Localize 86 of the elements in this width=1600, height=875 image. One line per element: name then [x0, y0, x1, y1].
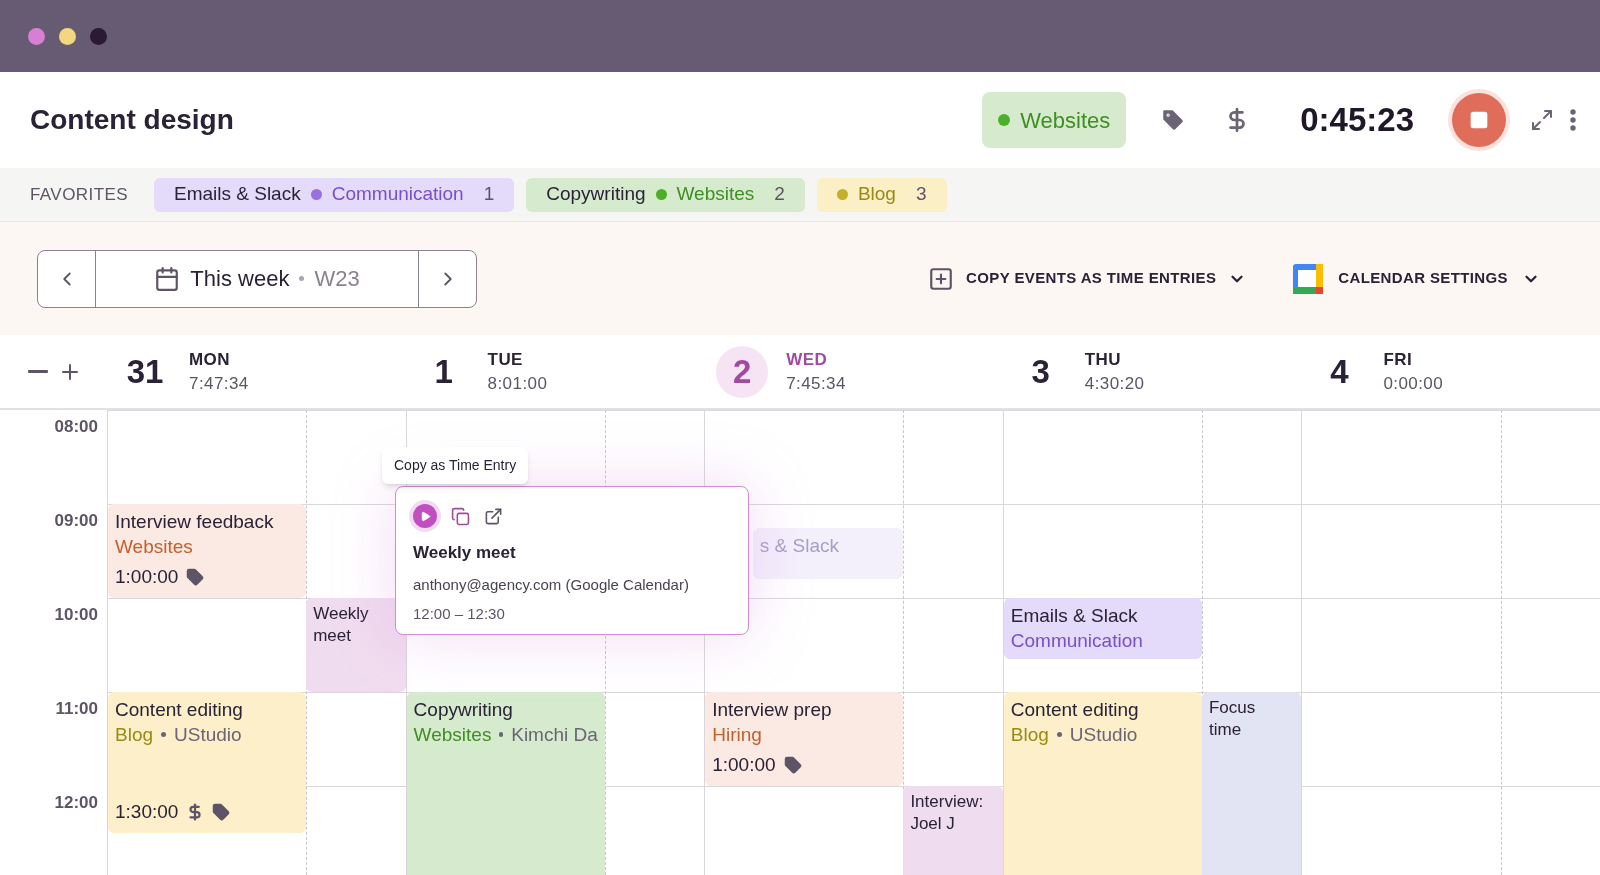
calendar-event[interactable]: Focus time	[1202, 692, 1302, 875]
calendar-event[interactable]: Content editing Blog UStudio	[1003, 692, 1202, 875]
minimize-window-icon[interactable]	[59, 27, 76, 45]
hour-label: 08:00	[54, 416, 98, 436]
event-title: Interview: Joel J	[910, 791, 985, 835]
popup-time: 12:00 – 12:30	[413, 604, 506, 624]
event-project: Blog	[1010, 723, 1049, 747]
calendar-settings-button[interactable]: CALENDAR SETTINGS	[1292, 262, 1540, 295]
day-total: 0:00:00	[1383, 372, 1444, 395]
week-picker[interactable]: This week W23	[96, 250, 418, 307]
favorites-label: FAVORITES	[30, 183, 128, 206]
calendar-icon	[154, 265, 181, 292]
calendar-event[interactable]: Weekly meet	[306, 598, 406, 692]
event-client: Kimchi Da	[511, 723, 598, 747]
day-number: 3	[1030, 351, 1051, 392]
day-number: 2	[716, 345, 769, 398]
copy-plus-icon	[928, 265, 955, 292]
event-title: Emails & Slack	[1010, 604, 1139, 628]
day-header[interactable]: 31 MON 7:47:34	[107, 335, 406, 408]
day-total: 4:30:20	[1084, 372, 1145, 395]
hour-label: 12:00	[54, 792, 98, 812]
calendar-event[interactable]: Content editing Blog UStudio 1:30:00	[108, 692, 307, 833]
event-title: Content editing	[115, 698, 244, 722]
expand-icon	[1530, 108, 1554, 132]
calendar-logo-icon	[1292, 262, 1325, 295]
day-header[interactable]: 3 THU 4:30:20	[1002, 335, 1302, 408]
day-name: FRI	[1383, 348, 1414, 371]
event-duration: 1:00:00	[712, 752, 776, 777]
copy-icon	[451, 506, 470, 526]
day-total: 7:47:34	[189, 372, 249, 395]
calendar-event[interactable]: Emails & Slack Communication	[1003, 598, 1202, 660]
minus-icon	[28, 370, 48, 373]
day-total: 7:45:34	[786, 372, 846, 395]
open-external-button[interactable]	[484, 506, 503, 526]
calendar-event[interactable]: Interview feedback Websites 1:00:00	[108, 504, 307, 598]
timer-display: 0:45:23	[1300, 100, 1414, 141]
event-project: Hiring	[712, 723, 762, 747]
event-duration: 1:30:00	[115, 799, 179, 824]
day-total: 8:01:00	[487, 372, 548, 395]
copy-button[interactable]	[451, 506, 470, 526]
day-header[interactable]: 1 TUE 8:01:00	[405, 335, 705, 408]
tooltip: Copy as Time Entry	[382, 447, 529, 484]
favorite-chip[interactable]: Blog 3	[816, 177, 947, 212]
day-header[interactable]: 2 WED 7:45:34	[704, 335, 1003, 408]
favorite-chip[interactable]: Copywriting Websites 2	[526, 177, 805, 212]
event-client: UStudio	[174, 723, 242, 747]
day-name: WED	[786, 348, 829, 371]
day-header[interactable]: 4 FRI 0:00:00	[1301, 335, 1600, 408]
stop-button[interactable]	[1452, 93, 1506, 147]
window-title: Content design	[30, 103, 234, 137]
close-window-icon[interactable]	[28, 27, 45, 45]
play-button[interactable]	[413, 504, 437, 528]
event-title: Content editing	[1010, 698, 1140, 722]
event-title: s & Slack	[759, 533, 840, 558]
event-project: Blog	[115, 723, 154, 747]
calendar-event[interactable]: Interview prep Hiring 1:00:00	[705, 692, 904, 786]
copy-events-button[interactable]: COPY EVENTS AS TIME ENTRIES	[928, 265, 1247, 292]
event-project: Websites	[413, 723, 492, 747]
day-name: MON	[189, 348, 231, 371]
day-number: 4	[1329, 351, 1350, 392]
event-duration: 1:00:00	[115, 564, 179, 589]
day-name: TUE	[487, 348, 524, 371]
play-icon	[419, 510, 431, 522]
popup-calendar: anthony@agency.com (Google Calendar)	[413, 574, 690, 595]
stop-icon	[1469, 110, 1489, 130]
calendar-event[interactable]: Copywriting Websites Kimchi Da	[406, 692, 605, 875]
more-icon	[1570, 109, 1576, 131]
hour-label: 11:00	[55, 698, 98, 718]
event-project: Communication	[1010, 629, 1143, 653]
event-title: Focus time	[1209, 697, 1257, 741]
external-link-icon	[484, 506, 503, 526]
event-project: Websites	[115, 535, 193, 559]
event-title: Weekly meet	[313, 603, 370, 647]
event-title: Interview prep	[712, 698, 833, 722]
event-title: Interview feedback	[115, 510, 275, 534]
zoom-window-icon[interactable]	[90, 27, 107, 45]
event-client: UStudio	[1069, 723, 1138, 747]
day-number: 1	[433, 351, 454, 392]
calendar-event[interactable]: Interview: Joel J	[903, 786, 1003, 875]
event-title: Copywriting	[413, 698, 514, 722]
day-number: 31	[125, 351, 165, 392]
hour-label: 10:00	[54, 604, 98, 624]
hour-label: 09:00	[54, 510, 98, 530]
popup-title: Weekly meet	[413, 542, 517, 564]
favorite-chip[interactable]: Emails & Slack Communication 1	[154, 177, 515, 212]
day-name: THU	[1084, 348, 1122, 371]
